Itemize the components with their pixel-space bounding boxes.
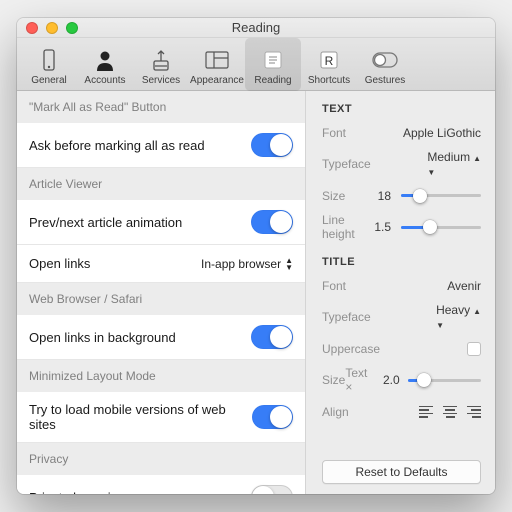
close-button[interactable] [26, 22, 38, 34]
open-links-value: In-app browser▲▼ [201, 257, 293, 271]
title-uppercase: Uppercase [322, 340, 481, 357]
general-icon [40, 47, 58, 73]
tab-shortcuts[interactable]: R Shortcuts [301, 38, 357, 91]
row-open-bg: Open links in background [17, 315, 305, 360]
text-size: Size18 [322, 187, 481, 204]
section-header: Article Viewer [17, 168, 305, 200]
toggle-ask-before-mark[interactable] [251, 133, 293, 157]
row-private: Private browsing [17, 475, 305, 494]
tab-reading[interactable]: Reading [245, 38, 301, 91]
shortcuts-icon: R [319, 47, 339, 73]
title-font[interactable]: FontAvenir [322, 277, 481, 294]
updown-icon: ▲▼ [285, 257, 293, 271]
align-left-icon[interactable] [419, 406, 433, 418]
align-group [419, 406, 481, 418]
section-header: Privacy [17, 443, 305, 475]
accounts-icon [95, 47, 115, 73]
window-title: Reading [17, 20, 495, 35]
zoom-button[interactable] [66, 22, 78, 34]
settings-list: "Mark All as Read" Button Ask before mar… [17, 91, 305, 494]
reset-button[interactable]: Reset to Defaults [322, 460, 481, 484]
minimize-button[interactable] [46, 22, 58, 34]
row-ask-before-mark: Ask before marking all as read [17, 123, 305, 168]
text-typeface[interactable]: TypefaceMedium▲▼ [322, 150, 481, 178]
align-center-icon[interactable] [443, 406, 457, 418]
title-heading: TITLE [322, 256, 481, 268]
toggle-open-bg[interactable] [251, 325, 293, 349]
tab-general[interactable]: General [21, 38, 77, 91]
section-header: Minimized Layout Mode [17, 360, 305, 392]
size-slider[interactable] [401, 194, 481, 197]
reading-icon [263, 47, 283, 73]
traffic-lights [17, 22, 78, 34]
right-panel: TEXT FontApple LiGothic TypefaceMedium▲▼… [305, 91, 495, 494]
row-open-links[interactable]: Open links In-app browser▲▼ [17, 245, 305, 283]
services-icon [151, 47, 171, 73]
toggle-animation[interactable] [251, 210, 293, 234]
uppercase-checkbox[interactable] [467, 342, 481, 356]
svg-text:R: R [325, 54, 334, 68]
titlebar: Reading [17, 18, 495, 38]
toggle-private[interactable] [251, 485, 293, 494]
text-lineheight: Line height1.5 [322, 213, 481, 241]
title-typeface[interactable]: TypefaceHeavy▲▼ [322, 303, 481, 331]
preferences-window: Reading General Accounts Services Appear… [17, 18, 495, 494]
appearance-icon [205, 47, 229, 73]
toggle-mobile[interactable] [252, 405, 293, 429]
text-font[interactable]: FontApple LiGothic [322, 124, 481, 141]
title-size: SizeText ×2.0 [322, 366, 481, 394]
tab-gestures[interactable]: Gestures [357, 38, 413, 91]
row-mobile: Try to load mobile versions of web sites [17, 392, 305, 443]
row-animation: Prev/next article animation [17, 200, 305, 245]
text-heading: TEXT [322, 103, 481, 115]
tab-appearance[interactable]: Appearance [189, 38, 245, 91]
title-align: Align [322, 403, 481, 420]
section-header: "Mark All as Read" Button [17, 91, 305, 123]
tab-services[interactable]: Services [133, 38, 189, 91]
toolbar: General Accounts Services Appearance Rea… [17, 38, 495, 91]
body: "Mark All as Read" Button Ask before mar… [17, 91, 495, 494]
lineheight-slider[interactable] [401, 226, 481, 229]
align-right-icon[interactable] [467, 406, 481, 418]
section-header: Web Browser / Safari [17, 283, 305, 315]
tab-accounts[interactable]: Accounts [77, 38, 133, 91]
title-size-slider[interactable] [408, 379, 481, 382]
gestures-icon [372, 47, 398, 73]
